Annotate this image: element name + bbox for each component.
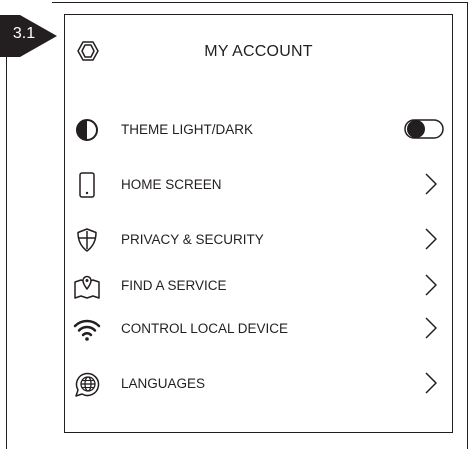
menu-item-home-screen[interactable]: HOME SCREEN [65,168,452,200]
menu-item-label: PRIVACY & SECURITY [121,232,264,247]
account-panel: MY ACCOUNT THEME LIGHT/DARK HOME SCREEN [64,14,453,433]
chevron-right-icon[interactable] [420,273,440,297]
menu-item-languages[interactable]: LANGUAGES [65,367,452,399]
menu-item-label: FIND A SERVICE [121,278,227,293]
chevron-right-icon[interactable] [420,172,440,196]
chevron-right-icon[interactable] [420,227,440,251]
page-title: MY ACCOUNT [204,43,313,60]
menu-item-privacy-security[interactable]: PRIVACY & SECURITY [65,223,452,255]
menu-item-label: CONTROL LOCAL DEVICE [121,321,289,336]
map-pin-icon [73,272,101,300]
frame-top-border [52,2,468,3]
wifi-icon [73,315,101,343]
globe-icon [73,370,101,398]
shield-icon [73,226,101,254]
menu-item-label: LANGUAGES [121,376,206,391]
menu-item-control-device[interactable]: CONTROL LOCAL DEVICE [65,312,452,344]
menu-item-theme[interactable]: THEME LIGHT/DARK [65,113,452,145]
step-badge: 3.1 [0,15,58,57]
menu-item-label: HOME SCREEN [121,177,222,192]
menu-item-find-service[interactable]: FIND A SERVICE [65,269,452,301]
chevron-right-icon[interactable] [420,316,440,340]
contrast-icon [73,116,101,144]
theme-toggle[interactable] [404,119,444,139]
frame-left-border [6,40,7,449]
smartphone-icon [73,171,101,199]
menu-item-label: THEME LIGHT/DARK [121,122,254,137]
chevron-right-icon[interactable] [420,371,440,395]
frame-right-border [467,2,468,449]
step-label: 3.1 [12,25,36,42]
